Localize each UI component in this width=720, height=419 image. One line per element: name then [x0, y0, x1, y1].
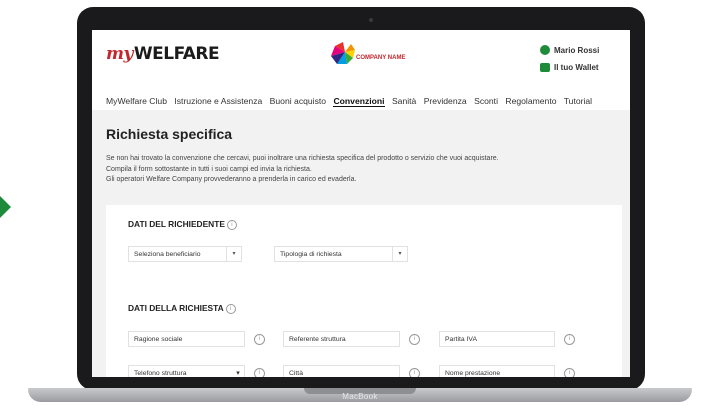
intro-text: Se non hai trovato la convenzione che ce… — [106, 154, 626, 186]
chevron-down-icon: ▾ — [226, 246, 241, 262]
tipologia-select-value: Tipologia di richiesta — [280, 251, 342, 258]
info-icon[interactable]: i — [564, 334, 575, 345]
beneficiario-select-value: Seleziona beneficiario — [134, 251, 201, 258]
section-title-richiesta-label: DATI DELLA RICHIESTA — [128, 303, 224, 313]
telefono-struttura-label: Telefono struttura — [134, 370, 187, 377]
info-icon[interactable]: i — [409, 368, 420, 377]
nav-buoni-acquisto[interactable]: Buoni acquisto — [270, 96, 326, 106]
intro-line-3: Gli operatori Welfare Company provvedera… — [106, 176, 357, 183]
nav-sanita[interactable]: Sanità — [392, 96, 416, 106]
camera-dot — [369, 18, 373, 22]
chevron-down-icon: ▾ — [236, 370, 240, 377]
nav-tutorial[interactable]: Tutorial — [564, 96, 592, 106]
nav-previdenza[interactable]: Previdenza — [424, 96, 467, 106]
chevron-down-icon: ▾ — [392, 246, 407, 262]
info-icon[interactable]: i — [564, 368, 575, 377]
nav-sconti[interactable]: Sconti — [474, 96, 498, 106]
section-title-richiesta: DATI DELLA RICHIESTA i — [128, 303, 236, 314]
citta-field[interactable]: Città — [283, 365, 400, 377]
intro-line-1: Se non hai trovato la convenzione che ce… — [106, 155, 499, 162]
main-nav: MyWelfare Club Istruzione e Assistenza B… — [106, 96, 630, 110]
info-icon[interactable]: i — [226, 219, 237, 230]
partita-iva-field[interactable]: Partita IVA — [439, 331, 555, 347]
mywelfare-logo[interactable]: myWELFARE — [106, 44, 220, 64]
logo-my: my — [106, 44, 133, 64]
beneficiario-select[interactable]: Seleziona beneficiario ▾ — [128, 246, 242, 262]
device-label: MacBook — [342, 392, 378, 401]
wallet-link[interactable]: Il tuo Wallet — [554, 63, 599, 72]
user-icon — [540, 45, 550, 55]
nav-istruzione[interactable]: Istruzione e Assistenza — [174, 96, 262, 106]
page-title: Richiesta specifica — [106, 126, 233, 142]
company-name: COMPANY NAME — [356, 55, 406, 61]
info-icon[interactable]: i — [254, 334, 265, 345]
wallet-icon — [540, 63, 550, 72]
nav-mywelfare-club[interactable]: MyWelfare Club — [106, 96, 167, 106]
user-name[interactable]: Mario Rossi — [554, 46, 599, 55]
nav-convenzioni[interactable]: Convenzioni — [333, 96, 385, 107]
logo-welfare: WELFARE — [133, 44, 220, 64]
site-header: myWELFARE COMPANY NAME Mario Rossi Il tu… — [92, 30, 630, 110]
tipologia-select[interactable]: Tipologia di richiesta ▾ — [274, 246, 408, 262]
section-title-richiedente-label: DATI DEL RICHIEDENTE — [128, 219, 225, 229]
ragione-sociale-field[interactable]: Ragione sociale — [128, 331, 245, 347]
request-form: DATI DEL RICHIEDENTE i Seleziona benefici… — [106, 205, 622, 377]
intro-line-2: Compila il form sottostante in tutti i s… — [106, 165, 312, 173]
nav-regolamento[interactable]: Regolamento — [505, 96, 556, 106]
nome-prestazione-field[interactable]: Nome prestazione — [439, 365, 555, 377]
referente-struttura-field[interactable]: Referente struttura — [283, 331, 400, 347]
info-icon[interactable]: i — [254, 368, 265, 377]
info-icon[interactable]: i — [225, 303, 236, 314]
telefono-struttura-field[interactable]: Telefono struttura ▾ — [128, 365, 245, 377]
laptop-screen: myWELFARE COMPANY NAME Mario Rossi Il tu… — [92, 30, 630, 377]
info-icon[interactable]: i — [409, 334, 420, 345]
arrow-right-icon — [0, 196, 11, 218]
section-title-richiedente: DATI DEL RICHIEDENTE i — [128, 219, 237, 230]
